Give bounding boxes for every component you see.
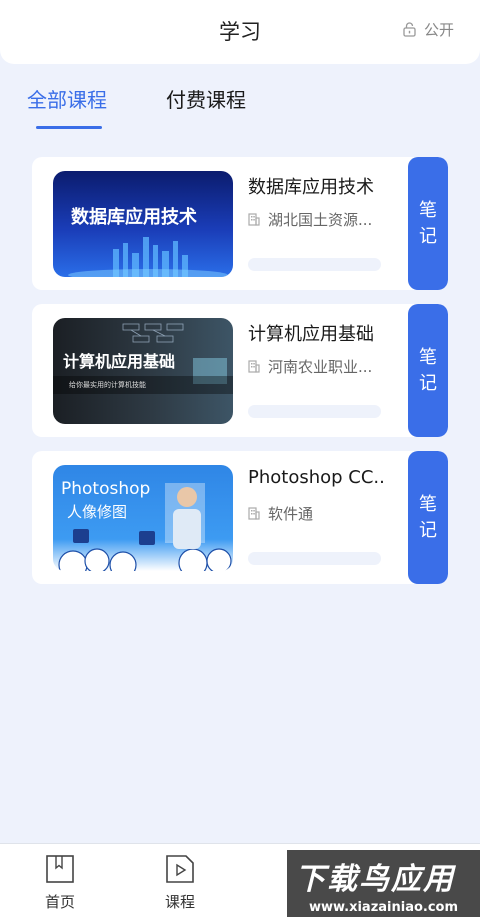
nav-label-courses: 课程 [164,893,195,911]
course-title: Photoshop CC... [248,467,386,488]
course-card[interactable]: 计算机应用基础 给你最实用的计算机技能 计算机应用基础 河南农业职业... 笔 … [32,304,448,437]
course-org: 河南农业职业... [248,356,386,377]
thumbnail-subtitle: 给你最实用的计算机技能 [69,381,146,389]
watermark: 下载鸟应用 www.xiazainiao.com [287,850,480,917]
course-thumbnail[interactable]: 计算机应用基础 给你最实用的计算机技能 [53,318,233,424]
course-org: 软件通 [248,503,386,524]
tab-all-courses[interactable]: 全部课程 [27,84,107,113]
progress-bar [248,405,381,418]
org-name: 软件通 [268,505,314,523]
building-icon [248,213,260,226]
notes-label-2: 记 [419,519,437,541]
org-name: 河南农业职业... [268,358,373,376]
thumbnail-subtitle: 人像修图 [67,503,128,521]
thumbnail-title: 数据库应用技术 [71,207,197,228]
nav-label-home: 首页 [44,893,75,911]
notes-button[interactable]: 笔 记 [408,451,448,584]
public-label: 公开 [423,21,454,39]
notes-button[interactable]: 笔 记 [408,157,448,290]
lock-icon [403,22,416,37]
course-org: 湖北国土资源... [248,209,386,230]
notes-label-1: 笔 [419,493,437,515]
notes-button[interactable]: 笔 记 [408,304,448,437]
course-card[interactable]: Photoshop 人像修图 Photoshop CC... 软件通 笔 记 [32,451,448,584]
course-tabs: 全部课程 付费课程 [0,80,480,132]
watermark-url: www.xiazainiao.com [308,900,459,915]
course-title: 数据库应用技术 [248,177,374,198]
tab-paid-courses[interactable]: 付费课程 [166,84,246,113]
course-title: 计算机应用基础 [248,324,374,345]
org-name: 湖北国土资源... [268,211,373,229]
course-thumbnail[interactable]: 数据库应用技术 [53,171,233,277]
progress-bar [248,552,381,565]
course-card[interactable]: 数据库应用技术 数据库应用技术 湖北国土资源... 笔 记 [32,157,448,290]
building-icon [248,360,260,373]
book-icon [46,855,74,883]
nav-item-courses[interactable]: 课程 [150,854,210,912]
public-toggle[interactable]: 公开 [403,19,454,40]
watermark-title: 下载鸟应用 [295,862,455,897]
notes-label-1: 笔 [419,199,437,221]
play-file-icon [166,855,194,883]
building-icon [248,507,260,520]
course-thumbnail[interactable]: Photoshop 人像修图 [53,465,233,571]
active-tab-indicator [36,126,102,129]
notes-label-2: 记 [419,372,437,394]
notes-label-2: 记 [419,225,437,247]
notes-label-1: 笔 [419,346,437,368]
progress-bar [248,258,381,271]
nav-item-home[interactable]: 首页 [30,854,90,912]
thumbnail-title: Photoshop [61,479,151,499]
top-bar: 学习 公开 [0,0,480,64]
thumbnail-title: 计算机应用基础 [63,352,176,371]
